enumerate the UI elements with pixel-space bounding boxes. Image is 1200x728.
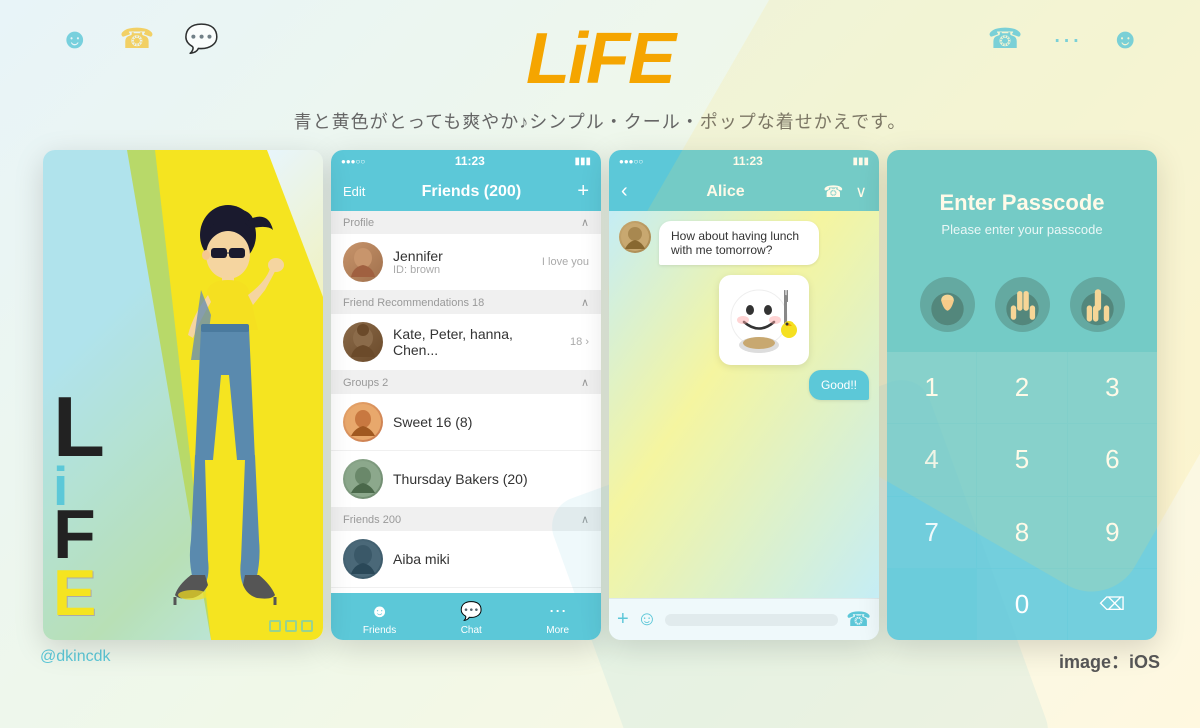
illus-squares bbox=[269, 620, 313, 632]
bubble-sent-1: Good!! bbox=[809, 370, 869, 400]
phone-icon-left: ☎ bbox=[119, 22, 154, 55]
message-text-2: Good!! bbox=[821, 378, 857, 392]
passcode-subtitle: Please enter your passcode bbox=[907, 222, 1137, 237]
smiley-icon-left: ☻ bbox=[60, 23, 89, 55]
sticker bbox=[719, 275, 809, 365]
phone-icon-right: ☎ bbox=[988, 22, 1023, 55]
header: ☻ ☎ 💬 LiFE ☎ ··· ☻ bbox=[0, 0, 1200, 100]
life-vertical-text: L i F E bbox=[53, 390, 105, 620]
alice-avatar-chat bbox=[619, 221, 651, 253]
header-icons-right: ☎ ··· ☻ bbox=[988, 22, 1140, 55]
message-received-1: How about having lunch with me tomorrow? bbox=[619, 221, 869, 265]
logo-text: LiFE bbox=[526, 18, 674, 100]
main-container: ☻ ☎ 💬 LiFE ☎ ··· ☻ 青と黄色がとっても爽やか♪シンプル・クール… bbox=[0, 0, 1200, 728]
bubble-received-1: How about having lunch with me tomorrow? bbox=[659, 221, 819, 265]
message-sent-1: Good!! bbox=[619, 370, 869, 400]
square-3 bbox=[301, 620, 313, 632]
square-2 bbox=[285, 620, 297, 632]
dots-icon-right: ··· bbox=[1053, 23, 1081, 55]
sticker-container bbox=[659, 275, 869, 365]
square-1 bbox=[269, 620, 281, 632]
smiley-icon-right: ☻ bbox=[1111, 23, 1140, 55]
screen-illustration: L i F E bbox=[43, 150, 323, 640]
letter-E: E bbox=[53, 565, 105, 620]
character-svg bbox=[113, 160, 313, 610]
life-logo: LiFE bbox=[526, 18, 674, 100]
chat-icon-left: 💬 bbox=[184, 22, 219, 55]
message-text-1: How about having lunch with me tomorrow? bbox=[671, 229, 799, 257]
chat-messages: How about having lunch with me tomorrow? bbox=[609, 211, 879, 420]
screen-chat: ●●●○○ 11:23 ▮▮▮ ‹ Alice ☎ ∨ bbox=[609, 150, 879, 640]
chat-messages-area: How about having lunch with me tomorrow? bbox=[609, 211, 879, 598]
header-icons-left: ☻ ☎ 💬 bbox=[60, 22, 219, 55]
